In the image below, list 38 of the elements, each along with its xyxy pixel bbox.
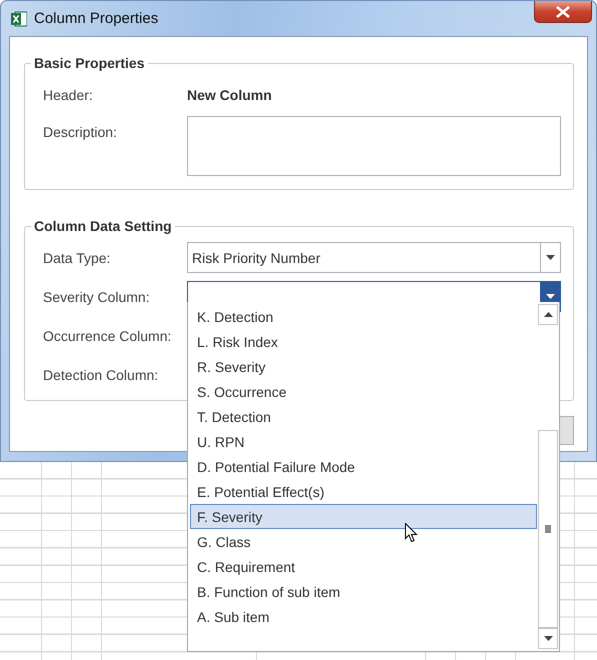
scroll-up-button[interactable] — [538, 304, 558, 325]
field-label: Data Type: — [43, 248, 112, 268]
group-title: Basic Properties — [33, 54, 146, 73]
list-item[interactable]: G. Class — [190, 529, 537, 554]
pointer-cursor-icon — [405, 523, 418, 543]
header-value: New Column — [187, 86, 273, 105]
description-field[interactable] — [187, 116, 561, 176]
list-item[interactable]: L. Risk Index — [190, 329, 537, 354]
list-item[interactable]: S. Occurrence — [190, 379, 537, 404]
group-title: Column Data Setting — [33, 217, 173, 236]
spreadsheet-icon — [11, 10, 27, 26]
combo-box[interactable]: Risk Priority Number — [187, 242, 561, 273]
list-item[interactable]: R. Severity — [190, 354, 537, 379]
list-item[interactable]: E. Potential Effect(s) — [190, 479, 537, 504]
list-item[interactable]: K. Detection — [190, 304, 537, 329]
scroll-thumb[interactable] — [538, 430, 558, 628]
field-label: Description: — [43, 123, 118, 142]
down-arrow-icon — [544, 636, 552, 641]
list-item[interactable]: C. Requirement — [190, 554, 537, 579]
caret-icon — [546, 255, 555, 260]
field-label: Detection Column: — [43, 366, 160, 384]
close-icon — [555, 6, 571, 18]
field-label: Header: — [43, 86, 94, 105]
list-item[interactable]: A. Sub item — [190, 604, 537, 629]
field-label: Severity Column: — [43, 288, 151, 306]
list-item[interactable]: B. Function of sub item — [190, 579, 537, 604]
field-label: Occurrence Column: — [43, 326, 172, 346]
close-button[interactable] — [534, 1, 592, 23]
combo-value: Risk Priority Number — [191, 248, 322, 268]
list-item[interactable]: D. Potential Failure Mode — [190, 454, 537, 479]
grip-icon — [545, 525, 551, 533]
list-item[interactable]: T. Detection — [190, 404, 537, 429]
caret-icon — [546, 294, 555, 299]
up-arrow-icon — [544, 312, 552, 317]
window-title: Column Properties — [34, 10, 158, 27]
list-item[interactable]: U. RPN — [190, 429, 537, 454]
list-item[interactable]: F. Severity — [190, 504, 537, 529]
scroll-down-button[interactable] — [538, 628, 558, 649]
